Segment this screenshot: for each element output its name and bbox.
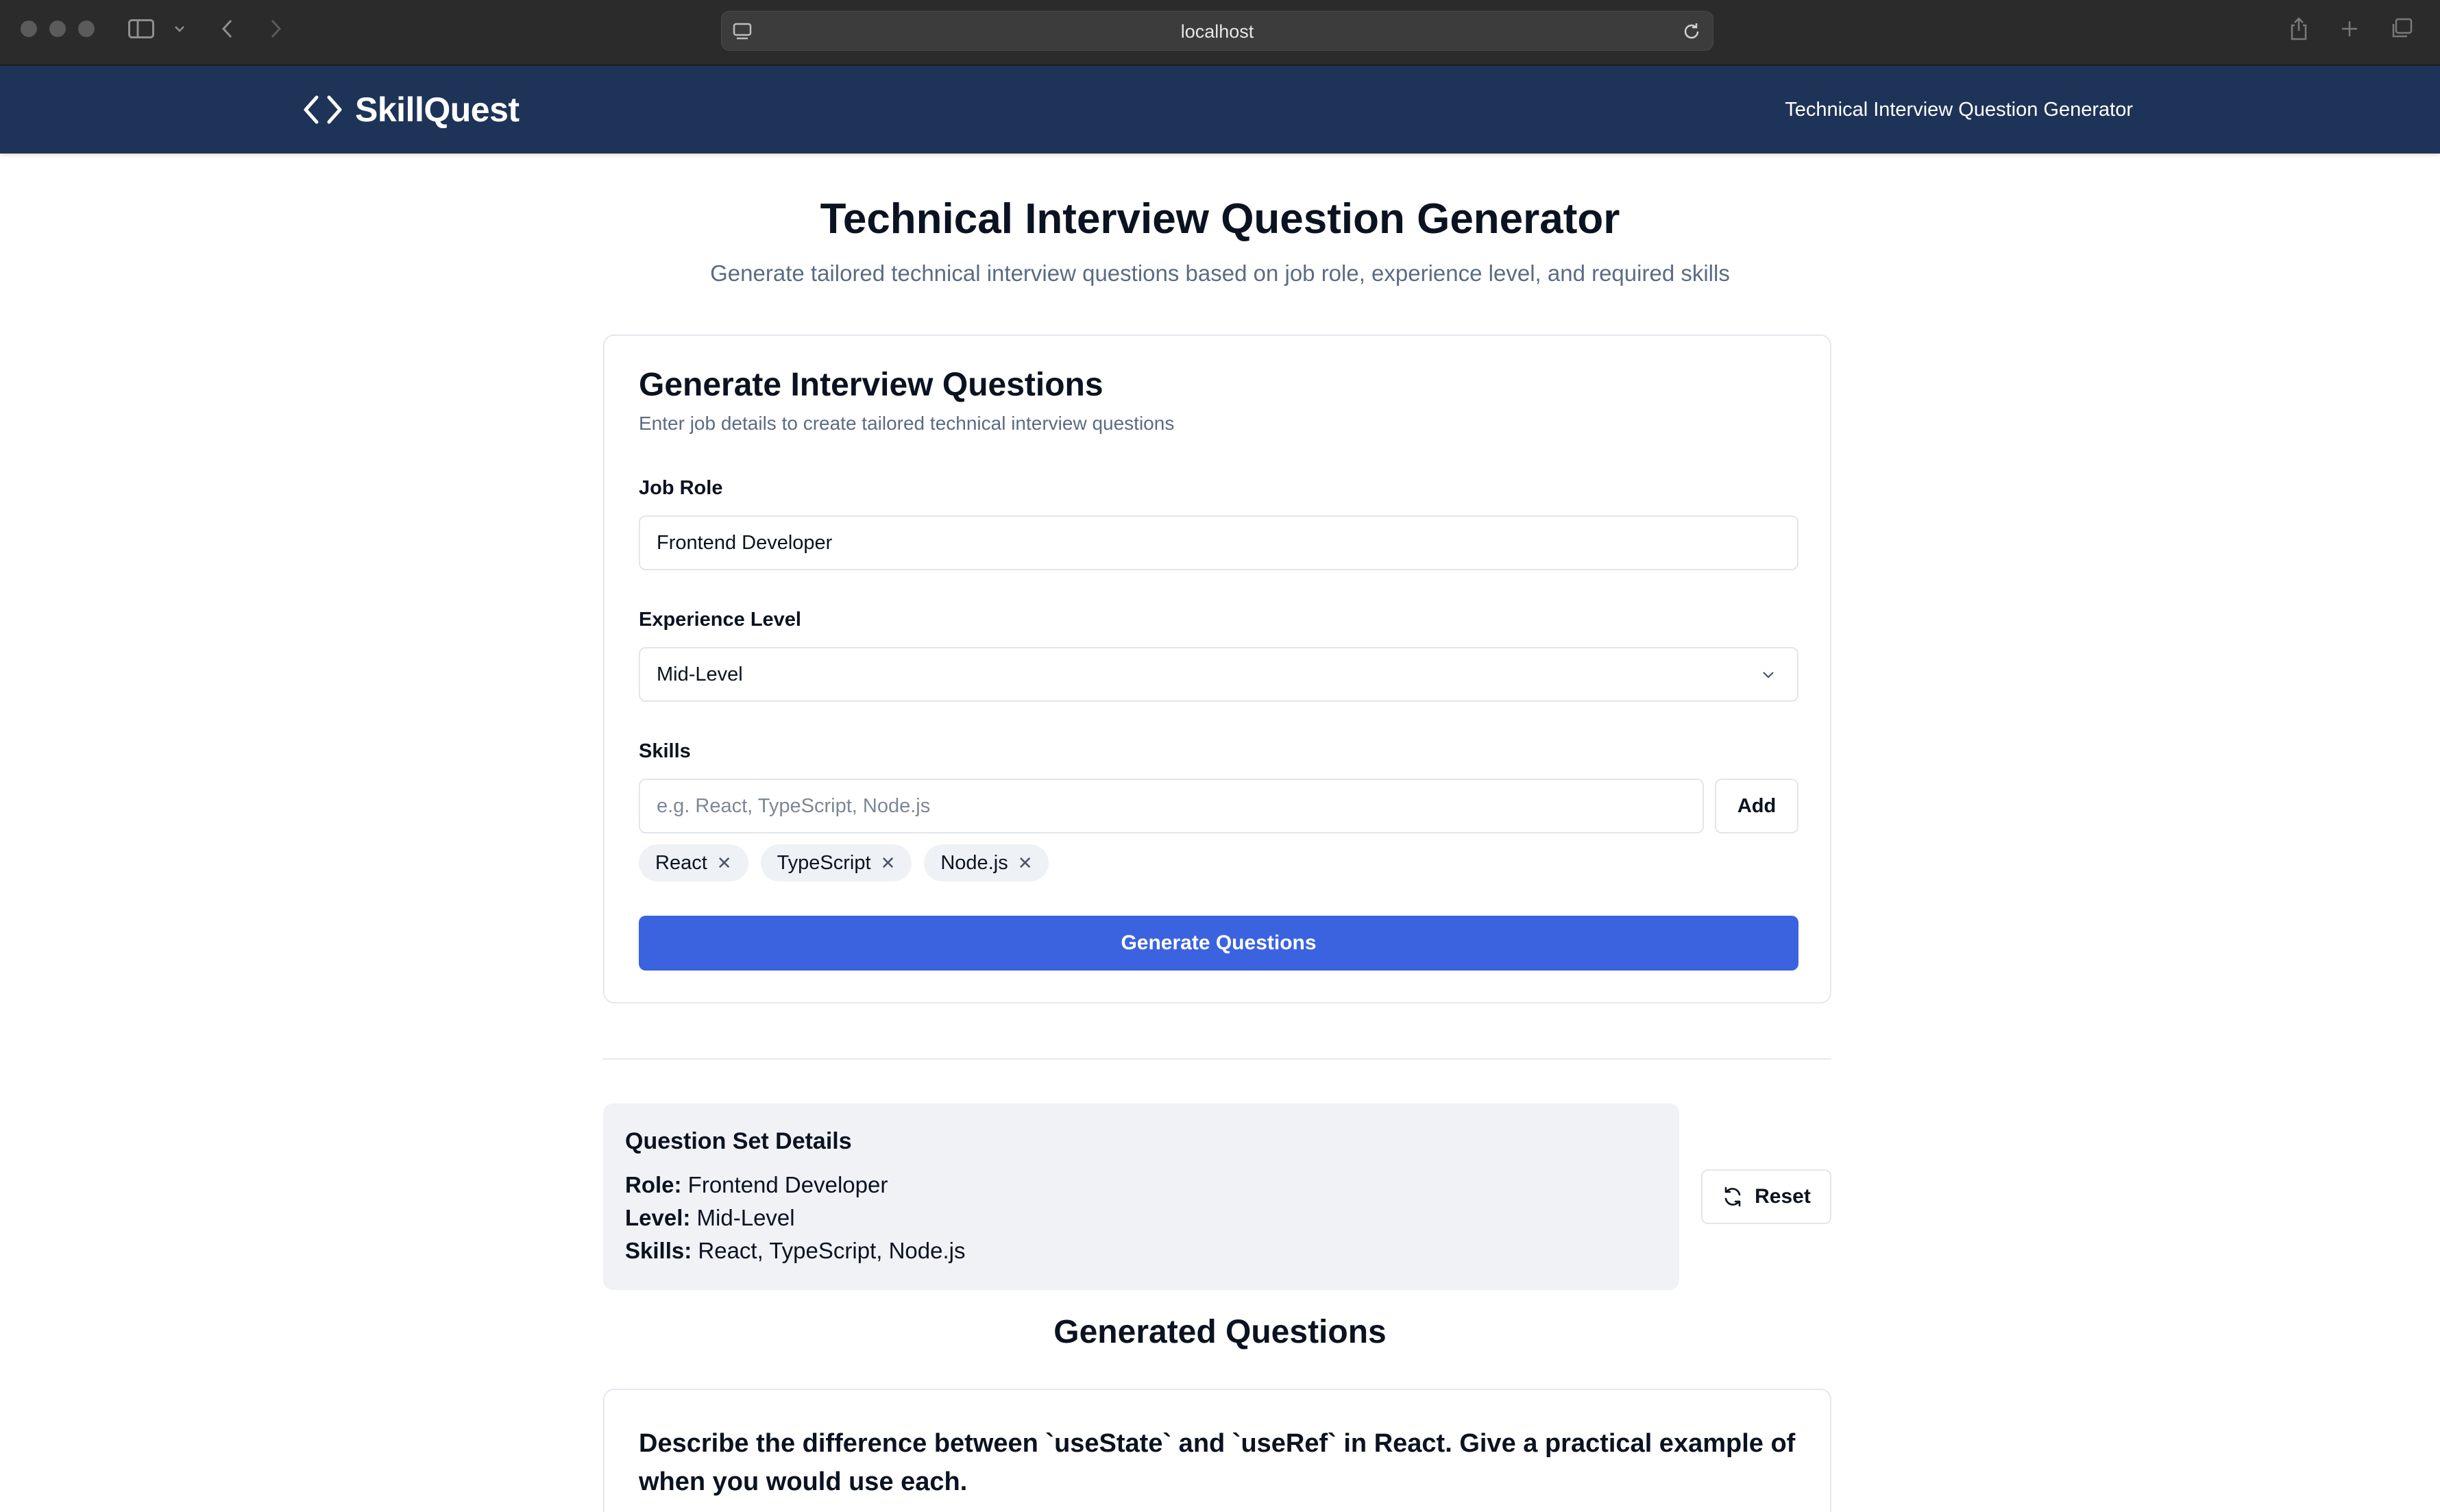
minimize-window-button[interactable]: [49, 21, 66, 37]
brand-name: SkillQuest: [355, 90, 520, 129]
add-skill-button[interactable]: Add: [1715, 779, 1798, 833]
question-set-details: Question Set Details Role: Frontend Deve…: [603, 1103, 1679, 1290]
reset-label: Reset: [1755, 1185, 1811, 1208]
address-bar[interactable]: localhost: [721, 11, 1713, 51]
brand-logo[interactable]: SkillQuest: [302, 89, 520, 130]
forward-icon[interactable]: [266, 18, 285, 40]
skill-chip-label: TypeScript: [777, 851, 871, 874]
reset-button[interactable]: Reset: [1701, 1169, 1831, 1224]
reload-icon[interactable]: [1681, 21, 1702, 42]
skill-chip-typescript: TypeScript ✕: [760, 844, 912, 881]
app-header: SkillQuest Technical Interview Question …: [0, 66, 2440, 154]
generate-questions-button[interactable]: Generate Questions: [639, 916, 1798, 971]
question-card: Describe the difference between `useStat…: [603, 1389, 1831, 1512]
section-divider: [603, 1058, 1831, 1060]
skills-input[interactable]: [639, 779, 1704, 833]
form-title: Generate Interview Questions: [639, 367, 1103, 403]
remove-skill-icon[interactable]: ✕: [881, 854, 896, 872]
remove-skill-icon[interactable]: ✕: [1018, 854, 1033, 872]
experience-level-value: Mid-Level: [657, 663, 743, 685]
code-brackets-icon: [304, 95, 342, 124]
experience-level-label: Experience Level: [639, 609, 801, 631]
form-description: Enter job details to create tailored tec…: [639, 413, 1175, 434]
new-tab-icon[interactable]: [2339, 18, 2360, 40]
details-skills-key: Skills:: [625, 1238, 692, 1263]
details-level: Level: Mid-Level: [625, 1205, 795, 1231]
job-role-label: Job Role: [639, 477, 723, 499]
details-level-key: Level:: [625, 1205, 691, 1230]
back-icon[interactable]: [218, 18, 237, 40]
details-role-value: Frontend Developer: [687, 1172, 888, 1197]
chevron-down-icon: [1763, 672, 1774, 679]
page-subtitle: Generate tailored technical interview qu…: [710, 260, 1730, 286]
sidebar-toggle-icon[interactable]: [127, 18, 155, 40]
job-role-input[interactable]: Frontend Developer: [639, 515, 1798, 570]
skill-chip-react: React ✕: [639, 844, 748, 881]
skill-chip-label: React: [655, 851, 707, 874]
skills-label: Skills: [639, 740, 691, 762]
details-level-value: Mid-Level: [696, 1205, 795, 1230]
question-text: Describe the difference between `useStat…: [639, 1429, 1796, 1496]
page-title: Technical Interview Question Generator: [820, 195, 1620, 243]
experience-level-select[interactable]: Mid-Level: [639, 647, 1798, 702]
share-icon[interactable]: [2288, 17, 2310, 40]
generated-questions-heading: Generated Questions: [1053, 1314, 1387, 1350]
url-text: localhost: [1180, 21, 1254, 42]
remove-skill-icon[interactable]: ✕: [717, 854, 732, 872]
generate-form-card: Generate Interview Questions Enter job d…: [603, 334, 1831, 1003]
tab-overview-icon[interactable]: [2389, 18, 2414, 40]
refresh-icon: [1724, 1186, 1741, 1207]
skill-chips: React ✕ TypeScript ✕ Node.js ✕: [639, 844, 1049, 881]
details-role: Role: Frontend Developer: [625, 1172, 888, 1198]
skill-chip-nodejs: Node.js ✕: [924, 844, 1049, 881]
details-skills: Skills: React, TypeScript, Node.js: [625, 1238, 965, 1264]
zoom-window-button[interactable]: [78, 21, 95, 37]
details-skills-value: React, TypeScript, Node.js: [698, 1238, 966, 1263]
details-title: Question Set Details: [625, 1128, 852, 1154]
nav-link-question-generator[interactable]: Technical Interview Question Generator: [1785, 96, 2133, 123]
chevron-down-icon[interactable]: [171, 18, 188, 40]
details-role-key: Role:: [625, 1172, 682, 1197]
close-window-button[interactable]: [21, 21, 37, 37]
browser-toolbar: localhost: [0, 0, 2440, 66]
skill-chip-label: Node.js: [940, 851, 1008, 874]
